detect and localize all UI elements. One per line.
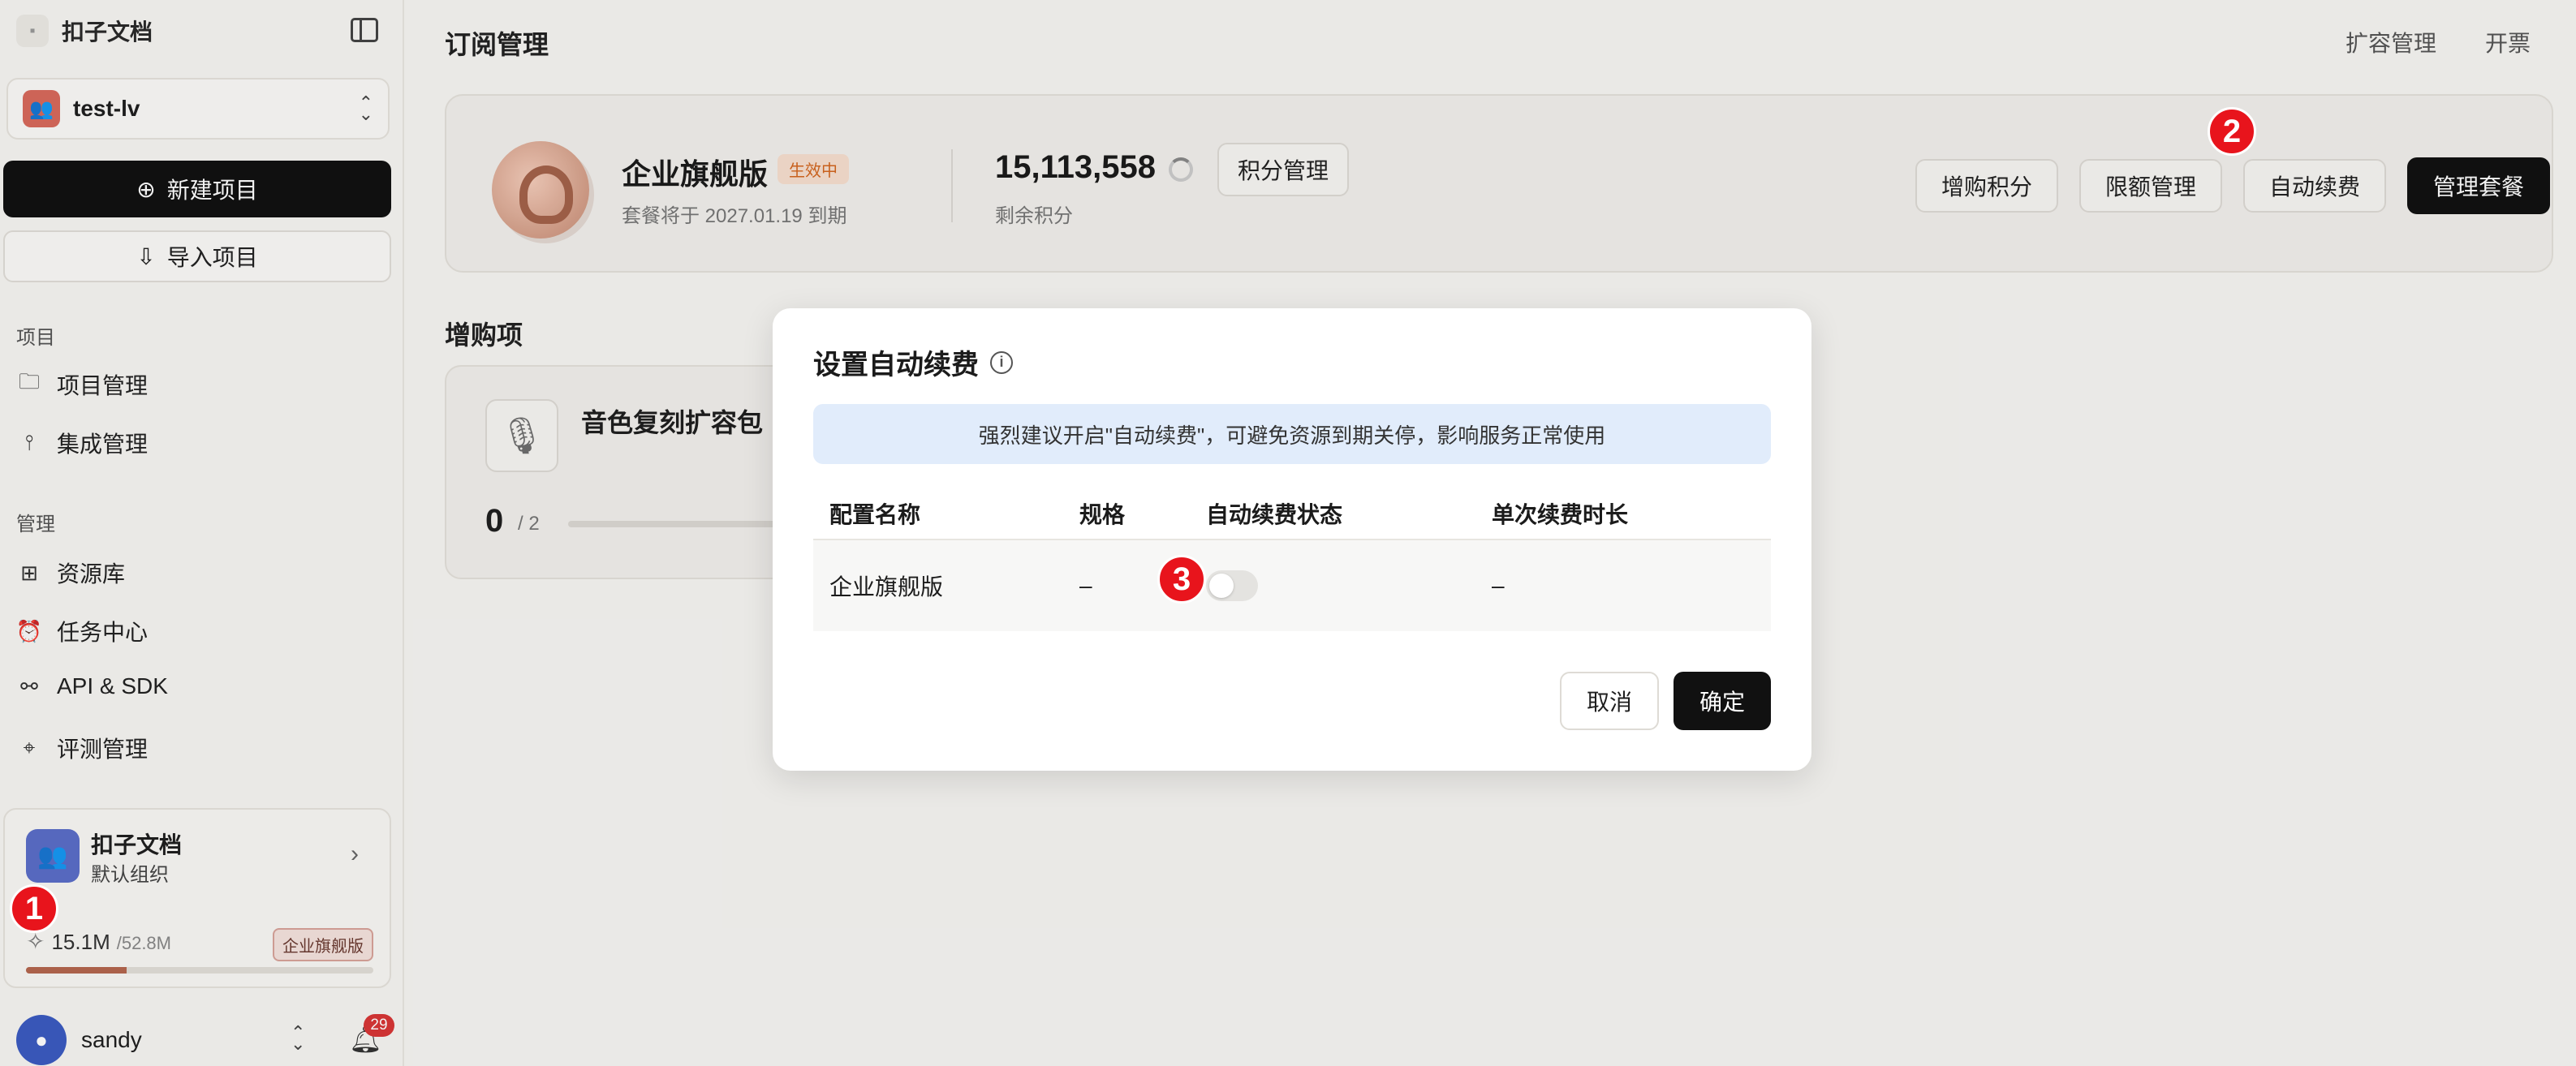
cancel-button[interactable]: 取消 xyxy=(1560,672,1659,730)
column-header: 规格 xyxy=(1079,502,1126,527)
cell-duration: – xyxy=(1492,573,1505,598)
notice-banner: 强烈建议开启"自动续费"，可避免资源到期关停，影响服务正常使用 xyxy=(813,404,1771,464)
column-header: 配置名称 xyxy=(829,502,921,527)
cell-auto-renew xyxy=(1190,570,1475,601)
dialog-title-text: 设置自动续费 xyxy=(813,350,979,380)
info-icon[interactable]: i xyxy=(990,350,1013,374)
column-header: 单次续费时长 xyxy=(1492,502,1629,527)
auto-renew-dialog: 设置自动续费 i 强烈建议开启"自动续费"，可避免资源到期关停，影响服务正常使用… xyxy=(773,308,1811,771)
step-marker-3: 3 xyxy=(1157,555,1206,604)
table-header: 配置名称 规格 自动续费状态 单次续费时长 xyxy=(813,488,1771,540)
step-marker-1: 1 xyxy=(10,884,58,933)
confirm-button[interactable]: 确定 xyxy=(1674,672,1771,730)
dialog-title: 设置自动续费 i xyxy=(813,342,1013,382)
column-header: 自动续费状态 xyxy=(1206,502,1343,527)
renew-table: 配置名称 规格 自动续费状态 单次续费时长 企业旗舰版 – – xyxy=(813,488,1771,631)
table-row: 企业旗舰版 – – xyxy=(813,540,1771,631)
cell-name: 企业旗舰版 xyxy=(829,574,944,600)
auto-renew-toggle[interactable] xyxy=(1206,570,1258,601)
step-marker-2: 2 xyxy=(2208,107,2256,156)
